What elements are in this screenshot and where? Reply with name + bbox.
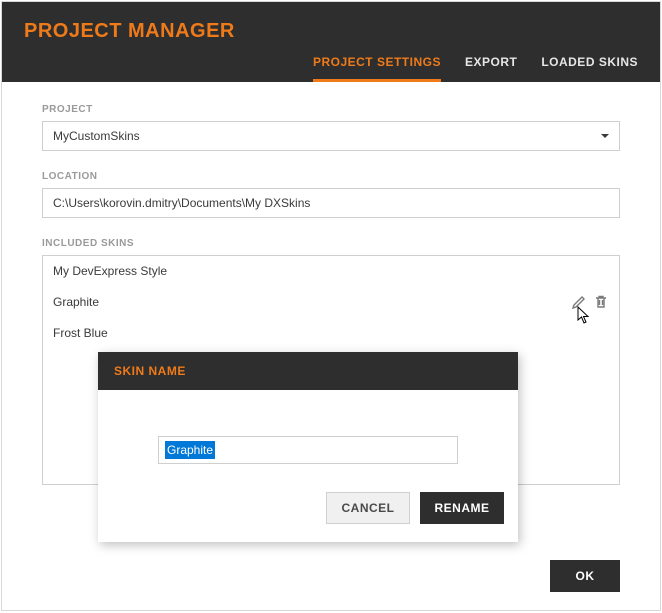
tab-project-settings[interactable]: PROJECT SETTINGS xyxy=(313,55,441,82)
list-item[interactable]: My DevExpress Style xyxy=(43,256,619,286)
trash-icon[interactable] xyxy=(593,294,609,310)
location-label: LOCATION xyxy=(42,171,620,182)
page-title: PROJECT MANAGER xyxy=(24,20,235,43)
location-value: C:\Users\korovin.dmitry\Documents\My DXS… xyxy=(53,196,310,210)
tab-export[interactable]: EXPORT xyxy=(465,55,517,82)
pencil-icon[interactable] xyxy=(571,294,587,310)
skin-name-input-value: Graphite xyxy=(165,441,215,459)
skin-name: Frost Blue xyxy=(53,326,108,340)
rename-button[interactable]: RENAME xyxy=(420,492,504,524)
ok-button[interactable]: OK xyxy=(550,560,620,592)
list-item[interactable]: Graphite xyxy=(43,286,619,318)
skin-name: My DevExpress Style xyxy=(53,264,167,278)
tab-loaded-skins[interactable]: LOADED SKINS xyxy=(541,55,638,82)
cancel-button[interactable]: CANCEL xyxy=(326,492,410,524)
location-input[interactable]: C:\Users\korovin.dmitry\Documents\My DXS… xyxy=(42,188,620,218)
list-item[interactable]: Frost Blue xyxy=(43,318,619,348)
tabs: PROJECT SETTINGS EXPORT LOADED SKINS xyxy=(313,52,638,82)
skin-name-input[interactable]: Graphite xyxy=(158,436,458,464)
project-label: PROJECT xyxy=(42,104,620,115)
project-select[interactable]: MyCustomSkins xyxy=(42,121,620,151)
rename-dialog: SKIN NAME Graphite CANCEL RENAME xyxy=(98,352,518,542)
dialog-title: SKIN NAME xyxy=(98,352,518,390)
window-header: PROJECT MANAGER PROJECT SETTINGS EXPORT … xyxy=(2,2,660,82)
included-skins-label: INCLUDED SKINS xyxy=(42,238,620,249)
skin-name: Graphite xyxy=(53,295,99,309)
chevron-down-icon xyxy=(601,134,609,138)
project-select-value: MyCustomSkins xyxy=(53,129,140,143)
